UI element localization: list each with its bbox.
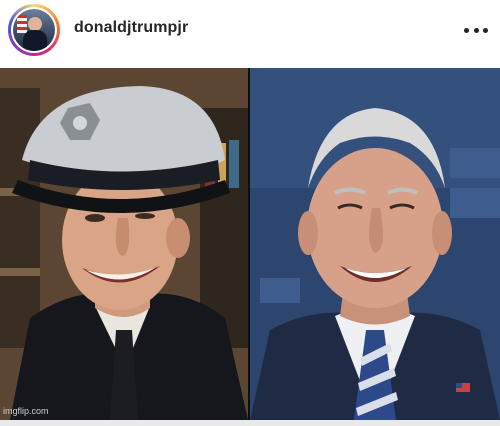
avatar[interactable]	[11, 7, 57, 53]
left-photo-illustration	[0, 68, 248, 420]
avatar-photo	[13, 9, 55, 51]
more-options-icon[interactable]	[464, 26, 488, 34]
right-photo	[250, 68, 500, 420]
right-photo-illustration	[250, 68, 500, 420]
post-header: donaldjtrumpjr	[0, 0, 500, 62]
person-head	[28, 17, 42, 31]
dot	[483, 27, 488, 33]
post-image[interactable]: imgflip.com	[0, 68, 500, 426]
flag-icon	[17, 15, 27, 33]
username-link[interactable]: donaldjtrumpjr	[74, 19, 188, 37]
dot	[464, 27, 469, 33]
post-bottom-divider	[0, 420, 500, 426]
dot	[473, 27, 479, 33]
avatar-story-ring[interactable]	[8, 4, 60, 56]
left-photo: imgflip.com	[0, 68, 248, 420]
watermark: imgflip.com	[3, 406, 49, 416]
person-suit	[23, 30, 47, 51]
